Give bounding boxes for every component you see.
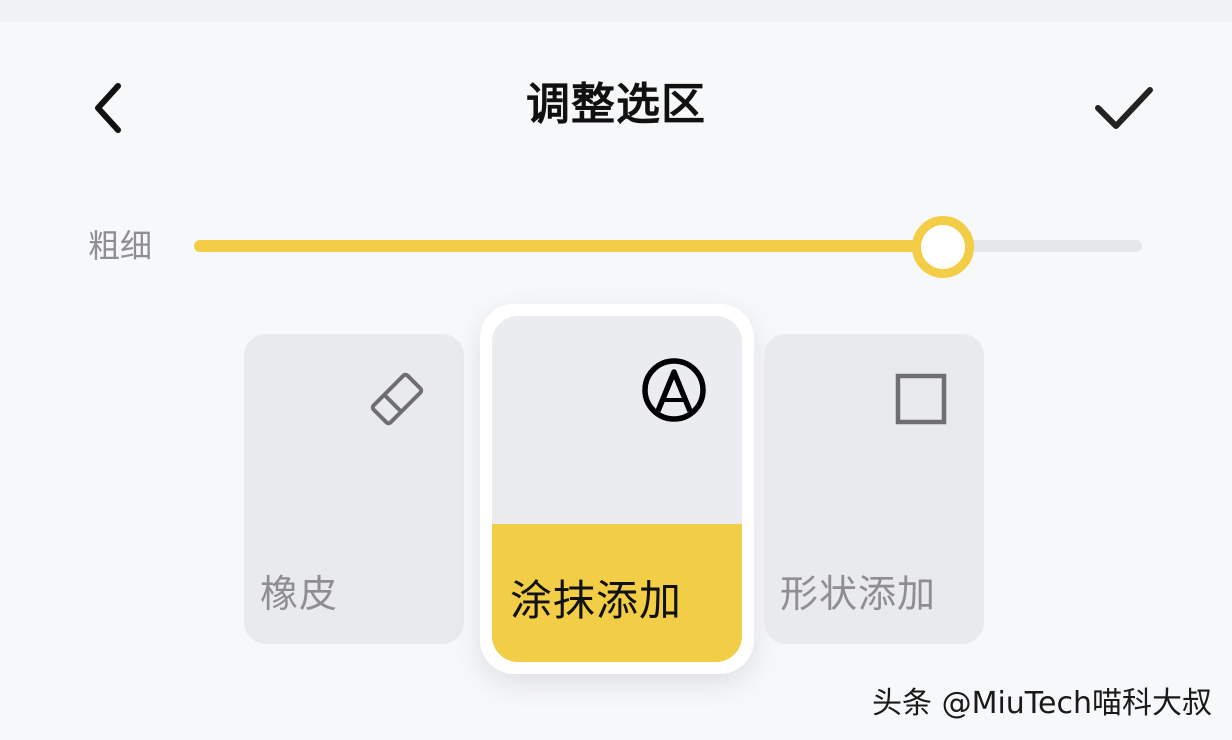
square-icon [886, 364, 956, 434]
tool-label: 橡皮 [260, 572, 339, 616]
tool-shape-add[interactable]: 形状添加 [764, 334, 984, 644]
slider-fill [194, 240, 943, 252]
tool-paint-add[interactable]: 涂抹添加 [492, 316, 742, 662]
checkmark-icon [1095, 87, 1153, 129]
brush-size-slider[interactable] [194, 216, 1142, 278]
brush-circle-icon [638, 354, 710, 426]
slider-thumb[interactable] [911, 216, 974, 278]
confirm-button[interactable] [1084, 72, 1164, 144]
eraser-icon [362, 364, 432, 434]
page-title: 调整选区 [526, 79, 706, 130]
brush-size-label: 粗细 [88, 227, 153, 265]
tool-label: 涂抹添加 [510, 576, 683, 625]
tool-eraser[interactable]: 橡皮 [244, 334, 464, 644]
status-bar [0, 0, 1232, 22]
watermark: 头条 @MiuTech喵科大叔 [872, 686, 1212, 721]
tool-label: 形状添加 [780, 572, 937, 616]
